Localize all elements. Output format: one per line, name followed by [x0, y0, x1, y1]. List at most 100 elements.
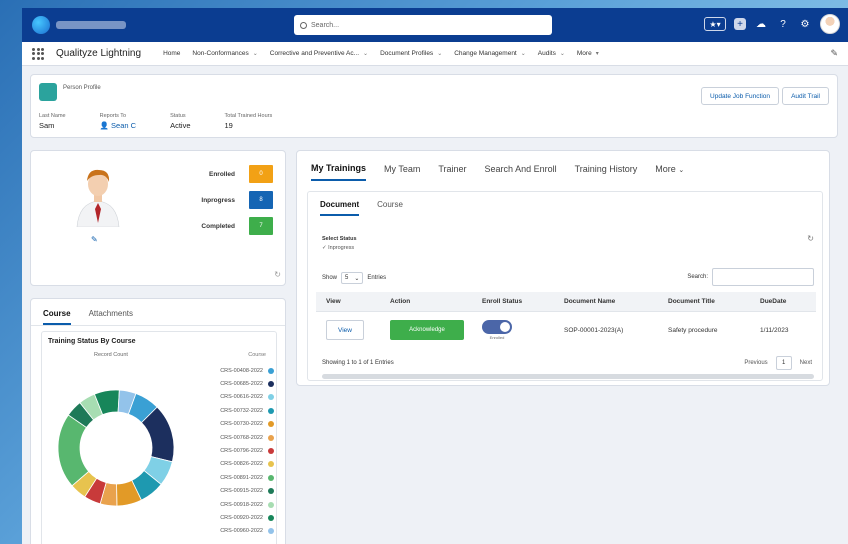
legend-swatch	[268, 448, 274, 455]
nav-item-document-profiles[interactable]: Document Profiles ⌄	[380, 50, 442, 57]
view-button[interactable]: View	[326, 320, 364, 340]
tab-training-history[interactable]: Training History	[575, 164, 638, 180]
user-avatar[interactable]	[820, 14, 840, 34]
chevron-down-icon: ⌄	[354, 275, 360, 282]
check-icon: ✓	[322, 245, 327, 251]
page-1-button[interactable]: 1	[775, 356, 792, 370]
refresh-icon[interactable]: ↻	[274, 270, 281, 279]
gear-icon[interactable]: ⚙	[798, 17, 812, 31]
tab-attachments[interactable]: Attachments	[89, 309, 133, 325]
legend-swatch	[268, 434, 274, 441]
table-search-input[interactable]	[712, 268, 814, 286]
nav-item-more[interactable]: More ▾	[577, 50, 599, 57]
nav-item-non-conformances[interactable]: Non-Conformances ⌄	[192, 50, 257, 57]
legend-label: CRS-00920-2022	[220, 514, 263, 521]
add-icon[interactable]: +	[734, 18, 746, 30]
legend-swatch	[268, 394, 274, 401]
field-reports-to: Reports To 👤 Sean C	[99, 113, 137, 130]
nav-item-capa[interactable]: Corrective and Preventive Ac... ⌄	[270, 50, 368, 57]
tab-my-trainings[interactable]: My Trainings	[311, 163, 367, 181]
update-job-function-button[interactable]: Update Job Function	[701, 87, 779, 105]
legend-swatch	[268, 367, 274, 374]
stat-completed: Completed 7	[175, 217, 273, 235]
field-status: Status Active	[170, 113, 191, 130]
legend-swatch	[268, 501, 274, 508]
select-status: Select Status ✓ Inprogress	[322, 236, 357, 251]
document-name-cell: SOP-00001-2023(A)	[564, 326, 624, 334]
legend-label: CRS-00891-2022	[220, 474, 263, 481]
chevron-down-icon: ⌄	[678, 167, 685, 174]
nav-item-change-management[interactable]: Change Management ⌄	[454, 50, 526, 57]
tab-more[interactable]: More ⌄	[655, 164, 684, 180]
legend-item: CRS-00920-2022	[198, 511, 274, 524]
legend-item: CRS-00918-2022	[198, 498, 274, 511]
course-panel-tabs: Course Attachments	[31, 299, 285, 326]
legend-swatch	[268, 488, 274, 495]
donut-chart	[57, 389, 175, 507]
edit-nav-icon[interactable]: ✎	[830, 48, 838, 59]
legend-item: CRS-00960-2022	[198, 525, 274, 538]
reports-to-link[interactable]: 👤 Sean C	[100, 121, 136, 130]
favorites-icon[interactable]: ★▾	[704, 17, 726, 31]
legend-label: CRS-00915-2022	[220, 488, 263, 495]
tab-course[interactable]: Course	[43, 309, 71, 325]
refresh-icon[interactable]: ↻	[807, 234, 814, 243]
legend-item: CRS-00732-2022	[198, 404, 274, 417]
legend-label: CRS-00918-2022	[220, 501, 263, 508]
search-icon	[300, 21, 307, 29]
global-search-input[interactable]: Search...	[294, 15, 552, 35]
legend-title: Course	[248, 352, 266, 358]
tab-search-and-enroll[interactable]: Search And Enroll	[485, 164, 557, 180]
app-launcher-icon[interactable]	[32, 47, 44, 60]
audit-trail-button[interactable]: Audit Trail	[782, 87, 829, 105]
help-icon[interactable]: ?	[776, 17, 790, 31]
chart-legend: CRS-00408-2022 CRS-00685-2022 CRS-00616-20…	[198, 364, 274, 538]
trailhead-icon[interactable]: ☁	[754, 17, 768, 31]
training-status-chart: Training Status By Course Record Count C…	[41, 331, 277, 544]
previous-button[interactable]: Previous	[744, 360, 767, 366]
legend-swatch	[268, 474, 274, 481]
enroll-status-cell: Enrolled	[472, 320, 556, 340]
legend-swatch	[268, 528, 274, 535]
legend-label: CRS-00826-2022	[220, 461, 263, 468]
tab-course-sub[interactable]: Course	[377, 200, 403, 216]
legend-swatch	[268, 514, 274, 521]
legend-item: CRS-00616-2022	[198, 391, 274, 404]
stat-enrolled: Enrolled 0	[175, 165, 273, 183]
nav-item-home[interactable]: Home	[163, 50, 180, 57]
tab-trainer[interactable]: Trainer	[438, 164, 466, 180]
legend-label: CRS-00796-2022	[220, 448, 263, 455]
table-row: View Acknowledge Enrolled SOP-00001-2023…	[316, 312, 816, 348]
edit-avatar-icon[interactable]: ✎	[91, 235, 98, 244]
course-panel: Course Attachments Training Status By Co…	[30, 298, 286, 544]
global-header: Search... ★▾ + ☁ ? ⚙	[22, 8, 848, 42]
trainings-table: View Action Enroll Status Document Name …	[316, 292, 816, 348]
legend-item: CRS-00768-2022	[198, 431, 274, 444]
status-option-inprogress[interactable]: ✓ Inprogress	[322, 245, 357, 251]
nav-item-audits[interactable]: Audits ⌄	[538, 50, 565, 57]
acknowledge-button[interactable]: Acknowledge	[390, 320, 464, 340]
next-button[interactable]: Next	[800, 360, 812, 366]
field-last-name: Last Name Sam	[39, 113, 66, 130]
entries-select[interactable]: 5 ⌄	[341, 272, 364, 284]
table-search: Search:	[687, 268, 814, 286]
header-icons: ★▾ + ☁ ? ⚙	[704, 14, 840, 34]
legend-label: CRS-00685-2022	[220, 381, 263, 388]
entries-selector: Show 5 ⌄ Entries	[322, 272, 386, 284]
enroll-toggle[interactable]	[482, 320, 512, 334]
legend-label: CRS-00616-2022	[220, 394, 263, 401]
legend-label: CRS-00960-2022	[220, 528, 263, 535]
app-name: Qualityze Lightning	[56, 48, 142, 59]
tab-document[interactable]: Document	[320, 200, 360, 216]
pagination: Previous 1 Next	[744, 356, 812, 370]
tab-my-team[interactable]: My Team	[384, 164, 420, 180]
sub-tabs: Document Course	[308, 192, 822, 216]
qualityze-logo[interactable]	[32, 16, 50, 34]
horizontal-scrollbar[interactable]	[322, 374, 814, 379]
legend-swatch	[268, 407, 274, 414]
legend-item: CRS-00915-2022	[198, 485, 274, 498]
legend-item: CRS-00685-2022	[198, 377, 274, 390]
legend-item: CRS-00891-2022	[198, 471, 274, 484]
chevron-down-icon: ⌄	[520, 51, 526, 57]
chart-subtitle: Record Count	[94, 352, 128, 358]
